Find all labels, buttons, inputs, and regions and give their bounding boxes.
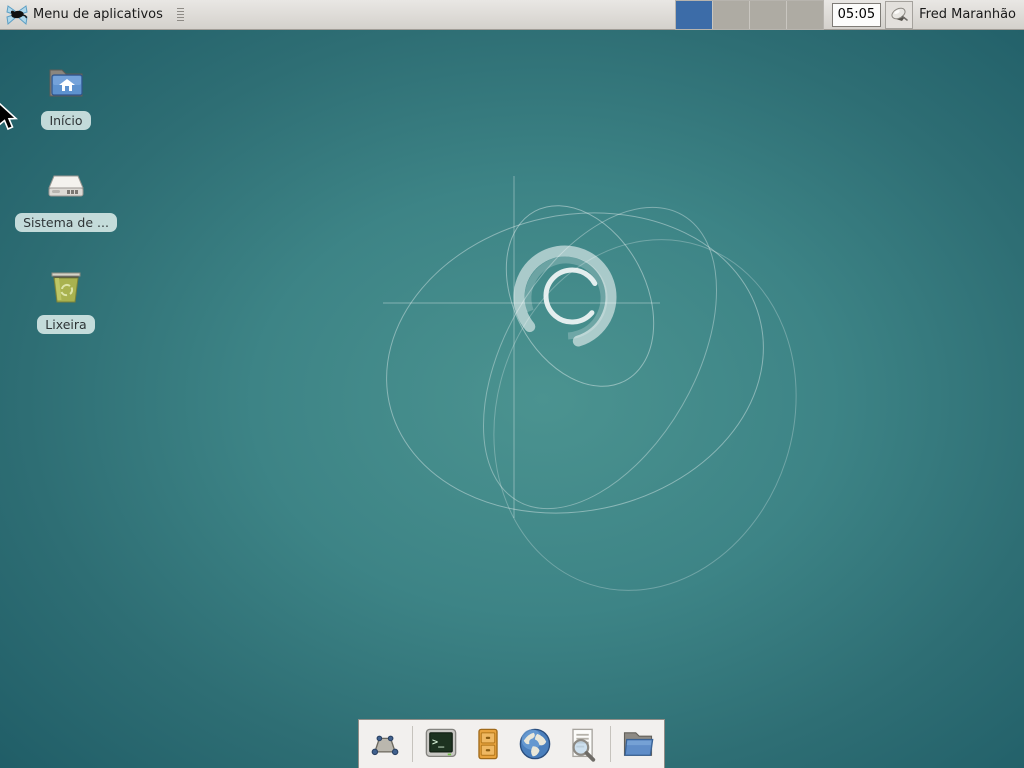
file-cabinet-button[interactable] [468,724,507,764]
document-search-icon [564,726,600,762]
mouse-pointer-indicator-icon [888,4,910,26]
wallpaper-art [0,0,1024,768]
filesystem-drive-icon [42,160,90,208]
desktop-icon-filesystem[interactable]: Sistema de ... [0,160,132,232]
file-cabinet-icon [470,726,506,762]
desktop-icon-label: Sistema de ... [15,213,117,232]
show-desktop-icon [367,726,403,762]
desktop-icon-home[interactable]: Início [0,58,132,130]
workspace-1[interactable] [676,1,713,29]
web-browser-button[interactable] [516,724,555,764]
show-desktop-button[interactable] [365,724,404,764]
workspace-3[interactable] [750,1,787,29]
svg-text:>_: >_ [432,737,445,748]
applications-menu-button[interactable]: Menu de aplicativos [0,0,169,29]
desktop-icon-label: Lixeira [37,315,94,334]
applications-menu-label: Menu de aplicativos [33,7,163,22]
dock-separator [412,726,413,762]
panel-grip-handle[interactable] [177,8,184,22]
file-manager-button[interactable] [619,724,658,764]
dock-separator [610,726,611,762]
document-search-button[interactable] [563,724,602,764]
desktop-icon-trash[interactable]: Lixeira [0,262,132,334]
workspace-switcher [675,0,824,30]
clock[interactable]: 05:05 [832,3,881,27]
tray-button[interactable] [885,1,913,29]
file-manager-icon [620,726,656,762]
workspace-4[interactable] [787,1,823,29]
trash-icon [42,262,90,310]
xfce-logo-icon [6,4,28,26]
terminal-icon: >_ [423,726,459,762]
terminal-button[interactable]: >_ [421,724,460,764]
desktop-icon-label: Início [41,111,90,130]
home-folder-icon [42,58,90,106]
workspace-2[interactable] [713,1,750,29]
top-panel: Menu de aplicativos 05:05 Fred Maranhão [0,0,1024,30]
logged-in-user[interactable]: Fred Maranhão [919,7,1016,22]
desktop: Menu de aplicativos 05:05 Fred Maranhão [0,0,1024,768]
web-browser-icon [517,726,553,762]
bottom-dock-panel: >_ [358,719,665,768]
